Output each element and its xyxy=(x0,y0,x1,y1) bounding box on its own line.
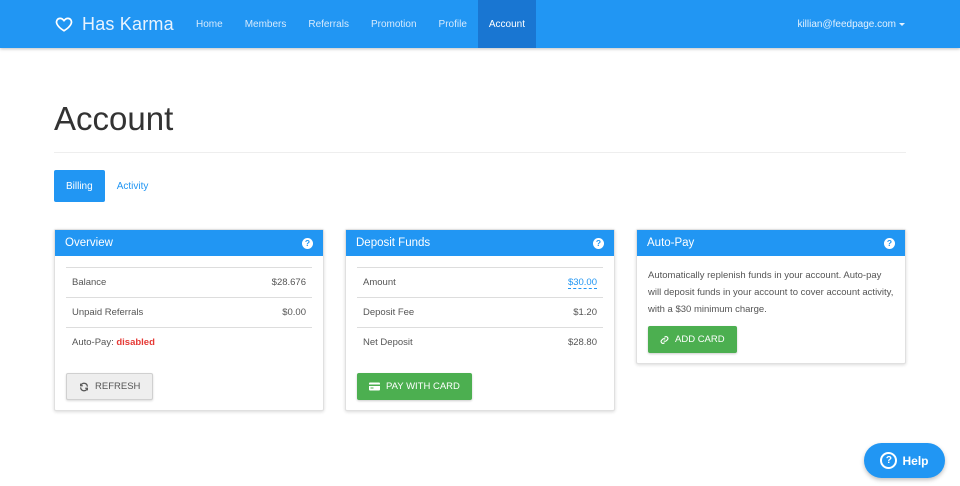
divider xyxy=(54,152,906,153)
unpaid-referrals-label: Unpaid Referrals xyxy=(72,307,144,318)
refresh-icon xyxy=(80,382,88,391)
deposit-body: Amount $30.00 Deposit Fee $1.20 Net Depo… xyxy=(346,256,614,410)
nav-profile[interactable]: Profile xyxy=(428,0,478,48)
tab-billing[interactable]: Billing xyxy=(54,170,105,202)
overview-row-autopay: Auto-Pay: disabled xyxy=(66,327,312,357)
overview-panel: Overview ? Balance $28.676 Unpaid Referr… xyxy=(54,229,324,411)
top-navbar: Has Karma Home Members Referrals Promoti… xyxy=(0,0,960,48)
nav-referrals[interactable]: Referrals xyxy=(297,0,360,48)
heart-icon xyxy=(55,17,73,32)
help-button[interactable]: ? Help xyxy=(864,443,945,478)
nav-home[interactable]: Home xyxy=(185,0,234,48)
overview-body: Balance $28.676 Unpaid Referrals $0.00 A… xyxy=(55,256,323,410)
refresh-label: REFRESH xyxy=(95,381,141,392)
deposit-row-amount: Amount $30.00 xyxy=(357,267,603,297)
nav-members[interactable]: Members xyxy=(234,0,298,48)
deposit-fee-label: Deposit Fee xyxy=(363,307,415,318)
balance-value: $28.676 xyxy=(271,277,306,288)
account-tabs: Billing Activity xyxy=(54,170,160,202)
add-card-button[interactable]: ADD CARD xyxy=(648,326,737,353)
nav-account[interactable]: Account xyxy=(477,0,537,48)
deposit-heading: Deposit Funds ? xyxy=(346,230,614,256)
help-circle-icon[interactable]: ? xyxy=(593,237,604,249)
help-circle-icon[interactable]: ? xyxy=(884,237,895,249)
main-nav: Home Members Referrals Promotion Profile… xyxy=(185,0,537,48)
amount-label: Amount xyxy=(363,277,396,288)
autopay-status-line: Auto-Pay: disabled xyxy=(72,337,155,348)
pay-with-card-label: PAY WITH CARD xyxy=(386,381,460,392)
tab-activity[interactable]: Activity xyxy=(105,170,161,202)
net-deposit-label: Net Deposit xyxy=(363,337,413,348)
deposit-panel: Deposit Funds ? Amount $30.00 Deposit Fe… xyxy=(345,229,615,411)
pay-with-card-button[interactable]: PAY WITH CARD xyxy=(357,373,472,400)
autopay-title: Auto-Pay xyxy=(647,237,695,249)
page-title: Account xyxy=(54,100,174,137)
overview-row-unpaid: Unpaid Referrals $0.00 xyxy=(66,297,312,327)
overview-heading: Overview ? xyxy=(55,230,323,256)
deposit-fee-value: $1.20 xyxy=(573,307,597,318)
brand[interactable]: Has Karma xyxy=(55,0,174,48)
nav-promotion[interactable]: Promotion xyxy=(360,0,428,48)
amount-value[interactable]: $30.00 xyxy=(567,277,597,289)
balance-label: Balance xyxy=(72,277,107,288)
help-label: Help xyxy=(902,453,929,468)
add-card-label: ADD CARD xyxy=(675,334,725,345)
link-icon xyxy=(660,335,669,344)
overview-title: Overview xyxy=(65,237,113,249)
deposit-row-net: Net Deposit $28.80 xyxy=(357,327,603,357)
refresh-button[interactable]: REFRESH xyxy=(66,373,154,400)
autopay-heading: Auto-Pay ? xyxy=(637,230,905,256)
question-circle-icon: ? xyxy=(880,452,898,469)
net-deposit-value: $28.80 xyxy=(567,337,597,348)
credit-card-icon xyxy=(369,382,380,391)
overview-row-balance: Balance $28.676 xyxy=(66,267,312,297)
help-circle-icon[interactable]: ? xyxy=(302,237,313,249)
caret-down-icon xyxy=(899,22,905,26)
user-email: killian@feedpage.com xyxy=(797,18,896,30)
autopay-description: Automatically replenish funds in your ac… xyxy=(648,270,894,315)
user-menu[interactable]: killian@feedpage.com xyxy=(797,0,905,48)
autopay-status: disabled xyxy=(116,337,155,348)
autopay-label: Auto-Pay: xyxy=(72,337,117,348)
autopay-body: Automatically replenish funds in your ac… xyxy=(637,256,905,363)
brand-name: Has Karma xyxy=(82,13,174,34)
unpaid-referrals-value: $0.00 xyxy=(282,307,306,318)
deposit-row-fee: Deposit Fee $1.20 xyxy=(357,297,603,327)
autopay-panel: Auto-Pay ? Automatically replenish funds… xyxy=(636,229,906,364)
deposit-title: Deposit Funds xyxy=(356,237,431,249)
